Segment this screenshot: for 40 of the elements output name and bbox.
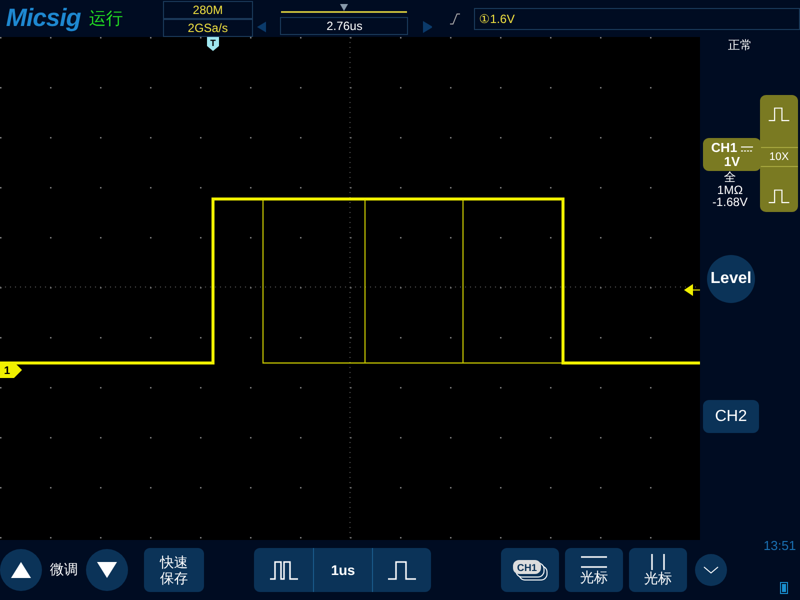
quick-save-button[interactable]: 快速保存	[144, 548, 204, 592]
offset-label: -1.68V	[711, 196, 749, 208]
cursor-button[interactable]: 光标	[629, 548, 687, 592]
right-arrow-icon	[422, 20, 432, 32]
rising-edge-icon	[450, 12, 460, 24]
ch2-button[interactable]: CH2	[703, 400, 759, 433]
channel-name: CH1	[711, 140, 753, 154]
up-triangle-icon	[11, 562, 31, 578]
level-marker-icon	[684, 284, 700, 296]
down-button[interactable]	[86, 549, 128, 591]
channel-marker: 1	[0, 362, 22, 378]
channel-scale: 1V	[724, 154, 740, 168]
expand-button[interactable]	[695, 554, 727, 586]
trigger-mode: 正常	[728, 37, 752, 54]
chevron-down-icon	[703, 566, 719, 574]
battery-icon	[780, 581, 788, 594]
impedance-label: 1MΩ	[716, 184, 744, 196]
pulse-train-icon	[268, 560, 298, 580]
sample-rate: 2GSa/s	[162, 18, 253, 36]
level-button[interactable]: Level	[707, 255, 755, 303]
fine-tune-label: 微调	[50, 561, 78, 579]
clock: 13:51	[763, 538, 796, 553]
memory-depth: 280M	[162, 0, 253, 18]
bandwidth-label: 全	[723, 171, 737, 183]
run-state: 运行	[88, 8, 124, 30]
horizontal-lines-icon	[580, 555, 608, 569]
trigger-level: ①1.6V	[474, 8, 800, 30]
trigger-marker: T	[207, 37, 219, 51]
probe-panel[interactable]: 10X	[760, 95, 798, 212]
dc-coupling-icon	[740, 146, 753, 152]
trigger-position: 2.76us	[280, 16, 408, 34]
channel-select-button[interactable]: CH1	[501, 548, 559, 592]
up-button[interactable]	[0, 549, 42, 591]
left-arrow-icon	[256, 20, 266, 32]
channel-scale-panel[interactable]: CH1 1V	[703, 138, 761, 171]
down-triangle-icon	[97, 562, 117, 578]
cursor-button[interactable]: 光标	[565, 548, 623, 592]
pulse-icon	[387, 560, 417, 580]
brand-logo: Micsig	[6, 4, 81, 33]
pulse-icon	[768, 188, 790, 204]
